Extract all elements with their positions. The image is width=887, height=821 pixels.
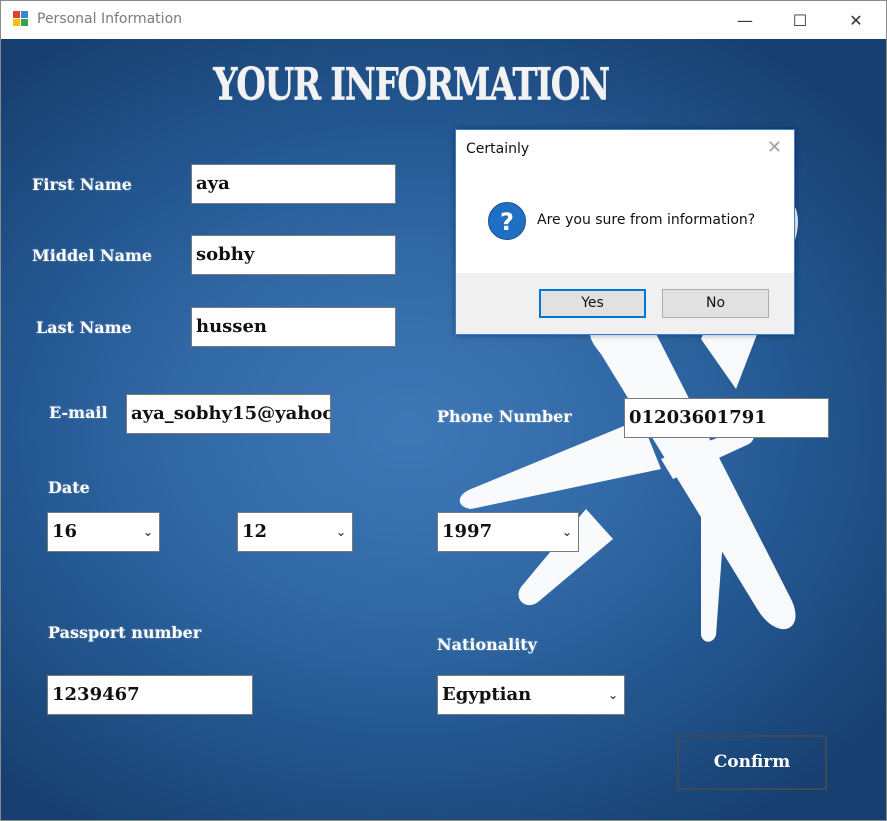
app-icon bbox=[13, 11, 29, 27]
dialog-close-icon[interactable]: ✕ bbox=[767, 137, 782, 158]
nationality-label: Nationality bbox=[437, 635, 537, 654]
year-select[interactable]: 1997 ⌄ bbox=[437, 512, 579, 552]
chevron-down-icon: ⌄ bbox=[561, 525, 572, 539]
day-select[interactable]: 16 ⌄ bbox=[47, 512, 160, 552]
passport-number-input[interactable]: 1239467 bbox=[47, 675, 253, 715]
close-button[interactable]: ✕ bbox=[833, 1, 879, 39]
chevron-down-icon: ⌄ bbox=[335, 525, 346, 539]
first-name-label: First Name bbox=[32, 175, 132, 194]
month-select[interactable]: 12 ⌄ bbox=[237, 512, 353, 552]
chevron-down-icon: ⌄ bbox=[142, 525, 153, 539]
month-select-value: 12 bbox=[242, 521, 268, 542]
nationality-select-value: Egyptian bbox=[442, 684, 532, 705]
dialog-title: Certainly bbox=[466, 141, 530, 157]
confirm-button[interactable]: Confirm bbox=[677, 735, 827, 790]
no-button[interactable]: No bbox=[662, 289, 769, 318]
date-label: Date bbox=[48, 478, 90, 497]
window-title: Personal Information bbox=[37, 11, 183, 27]
title-bar[interactable]: Personal Information — ☐ ✕ bbox=[1, 1, 886, 39]
dialog-message: Are you sure from information? bbox=[537, 212, 756, 228]
email-label: E-mail bbox=[49, 403, 108, 422]
question-icon: ? bbox=[488, 202, 526, 240]
last-name-label: Last Name bbox=[36, 318, 132, 337]
first-name-input[interactable]: aya bbox=[191, 164, 396, 204]
year-select-value: 1997 bbox=[442, 521, 493, 542]
page-heading: YOUR INFORMATION bbox=[213, 59, 610, 110]
nationality-select[interactable]: Egyptian ⌄ bbox=[437, 675, 625, 715]
phone-number-input[interactable]: 01203601791 bbox=[624, 398, 829, 438]
email-input[interactable]: aya_sobhy15@yahoo bbox=[126, 394, 331, 434]
confirmation-dialog: Certainly ✕ ? Are you sure from informat… bbox=[455, 129, 795, 335]
maximize-button[interactable]: ☐ bbox=[777, 1, 823, 39]
passport-number-label: Passport number bbox=[48, 623, 202, 642]
yes-button[interactable]: Yes bbox=[539, 289, 646, 318]
dialog-button-bar: Yes No bbox=[456, 273, 794, 334]
phone-number-label: Phone Number bbox=[437, 407, 572, 426]
minimize-button[interactable]: — bbox=[722, 1, 768, 39]
personal-information-window: Personal Information — ☐ ✕ YOUR INFORMAT… bbox=[0, 0, 887, 821]
last-name-input[interactable]: hussen bbox=[191, 307, 396, 347]
middle-name-input[interactable]: sobhy bbox=[191, 235, 396, 275]
chevron-down-icon: ⌄ bbox=[607, 688, 618, 702]
day-select-value: 16 bbox=[52, 521, 78, 542]
middle-name-label: Middel Name bbox=[32, 246, 153, 265]
